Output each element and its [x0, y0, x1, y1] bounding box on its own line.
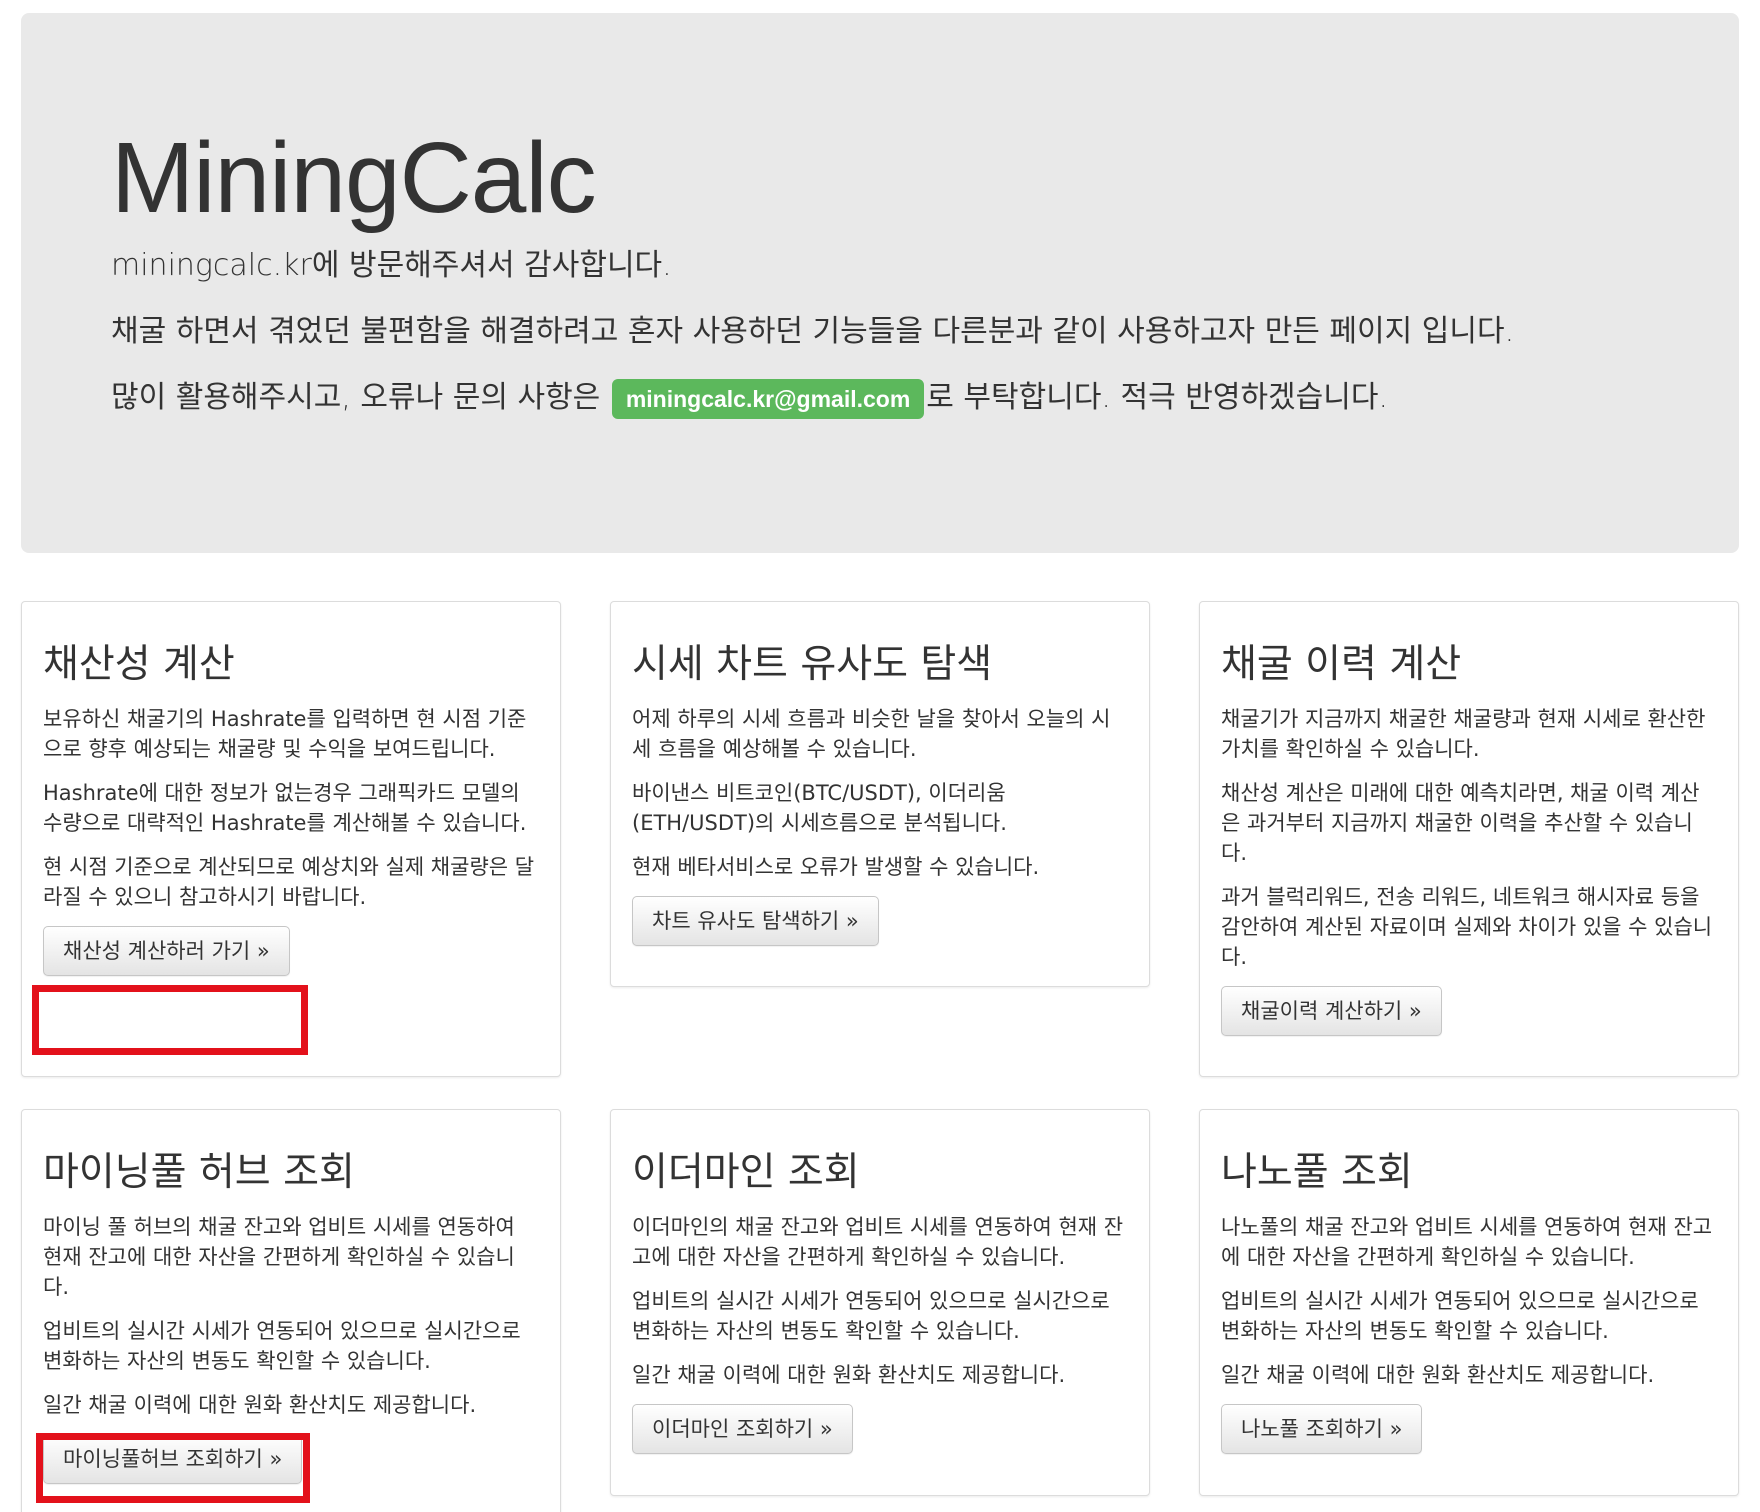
card-paragraph: 업비트의 실시간 시세가 연동되어 있으므로 실시간으로 변화하는 자산의 변동…	[1221, 1289, 1699, 1343]
card-title: 마이닝풀 허브 조회	[43, 1150, 355, 1195]
site-title: MiningCalc	[111, 122, 597, 234]
profitability-calc-button[interactable]: 채산성 계산하러 가기 »	[43, 926, 290, 976]
card-profitability: 채산성 계산 보유하신 채굴기의 Hashrate를 입력하면 현 시점 기준으…	[21, 601, 561, 1077]
page: MiningCalc miningcalc.kr에 방문해주셔서 감사합니다. …	[0, 0, 1760, 1512]
card-ethermine: 이더마인 조회 이더마인의 채굴 잔고와 업비트 시세를 연동하여 현재 잔고에…	[610, 1109, 1150, 1496]
hero-jumbotron: MiningCalc miningcalc.kr에 방문해주셔서 감사합니다. …	[21, 13, 1739, 553]
chart-similarity-button[interactable]: 차트 유사도 탐색하기 »	[632, 896, 879, 946]
card-paragraph: 업비트의 실시간 시세가 연동되어 있으므로 실시간으로 변화하는 자산의 변동…	[43, 1319, 521, 1373]
nanopool-button[interactable]: 나노풀 조회하기 »	[1221, 1404, 1423, 1454]
card-paragraph: 채굴기가 지금까지 채굴한 채굴량과 현재 시세로 환산한 가치를 확인하실 수…	[1221, 707, 1706, 761]
card-paragraph: 어제 하루의 시세 흐름과 비슷한 날을 찾아서 오늘의 시세 흐름을 예상해볼…	[632, 707, 1111, 761]
card-paragraph: 일간 채굴 이력에 대한 원화 환산치도 제공합니다.	[632, 1363, 1066, 1387]
card-paragraph: 보유하신 채굴기의 Hashrate를 입력하면 현 시점 기준으로 향후 예상…	[43, 707, 527, 761]
card-paragraph: 일간 채굴 이력에 대한 원화 환산치도 제공합니다.	[43, 1393, 477, 1417]
contact-suffix: 로 부탁합니다. 적극 반영하겠습니다.	[926, 380, 1388, 415]
card-chart-similarity: 시세 차트 유사도 탐색 어제 하루의 시세 흐름과 비슷한 날을 찾아서 오늘…	[610, 601, 1150, 987]
contact-text: 많이 활용해주시고, 오류나 문의 사항은 miningcalc.kr@gmai…	[111, 375, 1649, 421]
card-title: 시세 차트 유사도 탐색	[632, 642, 993, 687]
card-paragraph: 나노풀의 채굴 잔고와 업비트 시세를 연동하여 현재 잔고에 대한 자산을 간…	[1221, 1215, 1713, 1269]
card-paragraph: 마이닝 풀 허브의 채굴 잔고와 업비트 시세를 연동하여 현재 잔고에 대한 …	[43, 1215, 515, 1299]
card-paragraph: 과거 블럭리워드, 전송 리워드, 네트워크 해시자료 등을 감안하여 계산된 …	[1221, 885, 1713, 969]
card-title: 채산성 계산	[43, 642, 235, 687]
card-paragraph: 업비트의 실시간 시세가 연동되어 있으므로 실시간으로 변화하는 자산의 변동…	[632, 1289, 1110, 1343]
card-paragraph: 바이낸스 비트코인(BTC/USDT), 이더리움(ETH/USDT)의 시세흐…	[632, 781, 1007, 835]
card-title: 나노풀 조회	[1221, 1150, 1413, 1195]
miningpoolhub-button[interactable]: 마이닝풀허브 조회하기 »	[43, 1434, 303, 1484]
card-paragraph: 채산성 계산은 미래에 대한 예측치라면, 채굴 이력 계산은 과거부터 지금까…	[1221, 781, 1700, 865]
card-nanopool: 나노풀 조회 나노풀의 채굴 잔고와 업비트 시세를 연동하여 현재 잔고에 대…	[1199, 1109, 1739, 1496]
mining-history-button[interactable]: 채굴이력 계산하기 »	[1221, 986, 1442, 1036]
contact-prefix: 많이 활용해주시고, 오류나 문의 사항은	[111, 380, 610, 415]
card-paragraph: 이더마인의 채굴 잔고와 업비트 시세를 연동하여 현재 잔고에 대한 자산을 …	[632, 1215, 1124, 1269]
card-miningpoolhub: 마이닝풀 허브 조회 마이닝 풀 허브의 채굴 잔고와 업비트 시세를 연동하여…	[21, 1109, 561, 1512]
ethermine-button[interactable]: 이더마인 조회하기 »	[632, 1404, 853, 1454]
card-paragraph: 현 시점 기준으로 계산되므로 예상치와 실제 채굴량은 달라질 수 있으니 참…	[43, 855, 535, 909]
email-badge[interactable]: miningcalc.kr@gmail.com	[611, 378, 925, 419]
card-mining-history: 채굴 이력 계산 채굴기가 지금까지 채굴한 채굴량과 현재 시세로 환산한 가…	[1199, 601, 1739, 1077]
card-title: 채굴 이력 계산	[1221, 642, 1462, 687]
card-paragraph: Hashrate에 대한 정보가 없는경우 그래픽카드 모델의 수량으로 대략적…	[43, 781, 527, 835]
welcome-text: miningcalc.kr에 방문해주셔서 감사합니다.	[111, 248, 672, 283]
card-paragraph: 일간 채굴 이력에 대한 원화 환산치도 제공합니다.	[1221, 1363, 1655, 1387]
site-description: 채굴 하면서 겪었던 불편함을 해결하려고 혼자 사용하던 기능들을 다른분과 …	[111, 314, 1515, 349]
card-title: 이더마인 조회	[632, 1150, 860, 1195]
card-paragraph: 현재 베타서비스로 오류가 발생할 수 있습니다.	[632, 855, 1040, 879]
